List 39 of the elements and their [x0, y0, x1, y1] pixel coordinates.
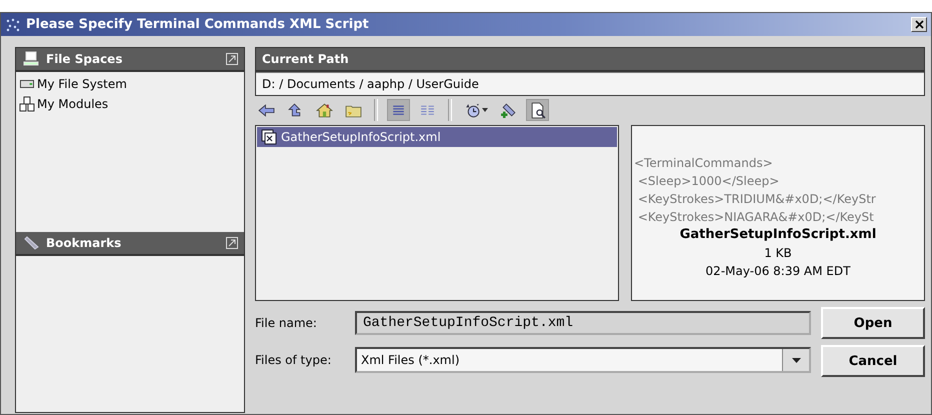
app-icon — [5, 18, 21, 32]
house-icon — [316, 102, 333, 118]
xml-line: <KeyStrokes>TRIDIUM&#x0D;</KeyStr — [636, 191, 877, 208]
file-space-item[interactable]: My Modules — [18, 94, 242, 114]
file-name-field[interactable]: GatherSetupInfoScript.xml — [355, 310, 811, 335]
popout-icon[interactable] — [226, 53, 238, 65]
close-icon — [914, 20, 924, 29]
clock-icon — [464, 102, 481, 118]
preview-file-name: GatherSetupInfoScript.xml — [678, 226, 878, 244]
file-space-item[interactable]: My File System — [18, 74, 242, 94]
popout-icon[interactable] — [226, 237, 238, 249]
field-label: File name: — [255, 316, 318, 330]
caret-icon — [792, 358, 800, 363]
back-arrow-icon — [258, 102, 275, 118]
dialog-button[interactable]: Cancel — [821, 345, 925, 377]
xml-line: <Sleep>1000</Sleep> — [636, 173, 780, 190]
computer-icon — [22, 51, 40, 67]
file-size: 1 KB — [763, 245, 793, 262]
jars-icon — [18, 96, 36, 112]
xml-line: <KeyStrokes>NIAGARA&#x0D;</KeySt — [636, 209, 875, 226]
window-title: Please Specify Terminal Commands XML Script — [26, 17, 370, 32]
pencil-plus-icon — [500, 102, 517, 118]
page-magnifier-icon — [529, 102, 546, 118]
file-item[interactable]: GatherSetupInfoScript.xml — [257, 127, 617, 147]
file-type-dropdown[interactable]: Xml Files (*.xml) — [355, 347, 811, 374]
panel-title: File Spaces — [46, 52, 124, 66]
file-date: 02-May-06 8:39 AM EDT — [704, 263, 852, 280]
pencil-icon — [22, 235, 40, 251]
field-label: Files of type: — [255, 353, 332, 368]
toolbar-button[interactable] — [526, 99, 549, 121]
file-icon — [261, 129, 277, 145]
xml-line: <TerminalCommands> — [633, 155, 774, 172]
dialog-button[interactable]: Open — [821, 307, 925, 339]
path-field[interactable]: D: / Documents / aaphp / UserGuide — [256, 72, 924, 95]
panel-title: Bookmarks — [46, 236, 122, 250]
close-button[interactable] — [911, 17, 927, 32]
caret-icon — [482, 108, 488, 112]
panel-title: Current Path — [262, 52, 349, 66]
drive-icon — [18, 77, 36, 91]
